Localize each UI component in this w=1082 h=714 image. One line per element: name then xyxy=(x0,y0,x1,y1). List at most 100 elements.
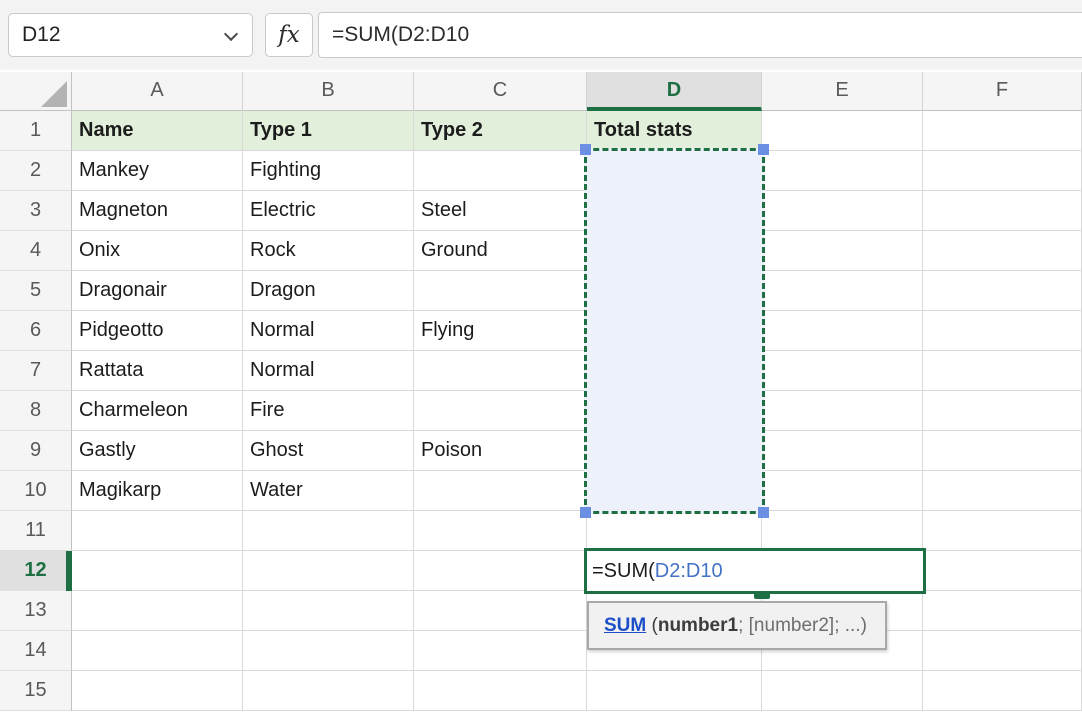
cell-B5[interactable]: Dragon xyxy=(243,271,414,311)
row-header-7[interactable]: 7 xyxy=(0,351,72,391)
cell-B13[interactable] xyxy=(243,591,414,631)
cell-F12[interactable] xyxy=(923,551,1082,591)
cell-C14[interactable] xyxy=(414,631,587,671)
row-header-13[interactable]: 13 xyxy=(0,591,72,631)
cell-A10[interactable]: Magikarp xyxy=(72,471,243,511)
cell-B2[interactable]: Fighting xyxy=(243,151,414,191)
cell-B14[interactable] xyxy=(243,631,414,671)
cell-D1[interactable]: Total stats xyxy=(587,111,762,151)
selection-handle-top-right[interactable] xyxy=(758,144,769,155)
cell-B6[interactable]: Normal xyxy=(243,311,414,351)
row-header-12[interactable]: 12 xyxy=(0,551,72,591)
cell-E6[interactable] xyxy=(762,311,923,351)
cell-E8[interactable] xyxy=(762,391,923,431)
cell-F5[interactable] xyxy=(923,271,1082,311)
cell-E15[interactable] xyxy=(762,671,923,711)
row-header-14[interactable]: 14 xyxy=(0,631,72,671)
cell-E7[interactable] xyxy=(762,351,923,391)
cell-A4[interactable]: Onix xyxy=(72,231,243,271)
selection-handle-top-left[interactable] xyxy=(580,144,591,155)
cell-B9[interactable]: Ghost xyxy=(243,431,414,471)
cell-F8[interactable] xyxy=(923,391,1082,431)
row-header-5[interactable]: 5 xyxy=(0,271,72,311)
cell-A8[interactable]: Charmeleon xyxy=(72,391,243,431)
cell-F4[interactable] xyxy=(923,231,1082,271)
cell-F10[interactable] xyxy=(923,471,1082,511)
row-header-10[interactable]: 10 xyxy=(0,471,72,511)
column-header-B[interactable]: B xyxy=(243,72,414,111)
cell-B3[interactable]: Electric xyxy=(243,191,414,231)
cell-E10[interactable] xyxy=(762,471,923,511)
cell-C2[interactable] xyxy=(414,151,587,191)
cell-B15[interactable] xyxy=(243,671,414,711)
selection-handle-bottom-right[interactable] xyxy=(758,507,769,518)
cell-C10[interactable] xyxy=(414,471,587,511)
cell-F9[interactable] xyxy=(923,431,1082,471)
row-header-11[interactable]: 11 xyxy=(0,511,72,551)
cell-C8[interactable] xyxy=(414,391,587,431)
row-header-9[interactable]: 9 xyxy=(0,431,72,471)
cell-A11[interactable] xyxy=(72,511,243,551)
cell-C4[interactable]: Ground xyxy=(414,231,587,271)
chevron-down-icon[interactable] xyxy=(224,27,238,41)
cell-F14[interactable] xyxy=(923,631,1082,671)
cell-E9[interactable] xyxy=(762,431,923,471)
cell-F3[interactable] xyxy=(923,191,1082,231)
cell-B10[interactable]: Water xyxy=(243,471,414,511)
cell-C5[interactable] xyxy=(414,271,587,311)
cell-B12[interactable] xyxy=(243,551,414,591)
cell-A13[interactable] xyxy=(72,591,243,631)
cell-E2[interactable] xyxy=(762,151,923,191)
row-header-1[interactable]: 1 xyxy=(0,111,72,151)
cell-B11[interactable] xyxy=(243,511,414,551)
name-box[interactable]: D12 xyxy=(8,13,253,57)
cell-F11[interactable] xyxy=(923,511,1082,551)
cell-A9[interactable]: Gastly xyxy=(72,431,243,471)
formula-bar-input[interactable]: =SUM(D2:D10 xyxy=(318,12,1082,58)
column-header-F[interactable]: F xyxy=(923,72,1082,111)
cell-C3[interactable]: Steel xyxy=(414,191,587,231)
cell-C6[interactable]: Flying xyxy=(414,311,587,351)
cell-B4[interactable]: Rock xyxy=(243,231,414,271)
row-header-8[interactable]: 8 xyxy=(0,391,72,431)
cell-F7[interactable] xyxy=(923,351,1082,391)
row-header-2[interactable]: 2 xyxy=(0,151,72,191)
cell-B7[interactable]: Normal xyxy=(243,351,414,391)
cell-C7[interactable] xyxy=(414,351,587,391)
cell-E3[interactable] xyxy=(762,191,923,231)
column-header-C[interactable]: C xyxy=(414,72,587,111)
selection-handle-bottom-left[interactable] xyxy=(580,507,591,518)
row-header-6[interactable]: 6 xyxy=(0,311,72,351)
cell-A7[interactable]: Rattata xyxy=(72,351,243,391)
cell-E4[interactable] xyxy=(762,231,923,271)
cell-A15[interactable] xyxy=(72,671,243,711)
cell-E5[interactable] xyxy=(762,271,923,311)
cell-A1[interactable]: Name xyxy=(72,111,243,151)
cell-C13[interactable] xyxy=(414,591,587,631)
row-header-15[interactable]: 15 xyxy=(0,671,72,711)
cell-F15[interactable] xyxy=(923,671,1082,711)
cell-A3[interactable]: Magneton xyxy=(72,191,243,231)
cell-A14[interactable] xyxy=(72,631,243,671)
column-header-E[interactable]: E xyxy=(762,72,923,111)
row-header-4[interactable]: 4 xyxy=(0,231,72,271)
cell-A6[interactable]: Pidgeotto xyxy=(72,311,243,351)
cell-A5[interactable]: Dragonair xyxy=(72,271,243,311)
sum-function-link[interactable]: SUM xyxy=(604,615,646,637)
cell-C11[interactable] xyxy=(414,511,587,551)
row-header-3[interactable]: 3 xyxy=(0,191,72,231)
cell-F13[interactable] xyxy=(923,591,1082,631)
cell-A12[interactable] xyxy=(72,551,243,591)
column-header-D[interactable]: D xyxy=(587,72,762,111)
cell-E11[interactable] xyxy=(762,511,923,551)
editor-grip[interactable] xyxy=(754,592,770,599)
cell-F1[interactable] xyxy=(923,111,1082,151)
cell-E1[interactable] xyxy=(762,111,923,151)
cell-C15[interactable] xyxy=(414,671,587,711)
cell-A2[interactable]: Mankey xyxy=(72,151,243,191)
insert-function-button[interactable]: fx xyxy=(265,13,313,57)
cell-B1[interactable]: Type 1 xyxy=(243,111,414,151)
cell-D11[interactable] xyxy=(587,511,762,551)
cell-F2[interactable] xyxy=(923,151,1082,191)
cell-editor-D12[interactable]: =SUM(D2:D10 xyxy=(584,548,926,594)
